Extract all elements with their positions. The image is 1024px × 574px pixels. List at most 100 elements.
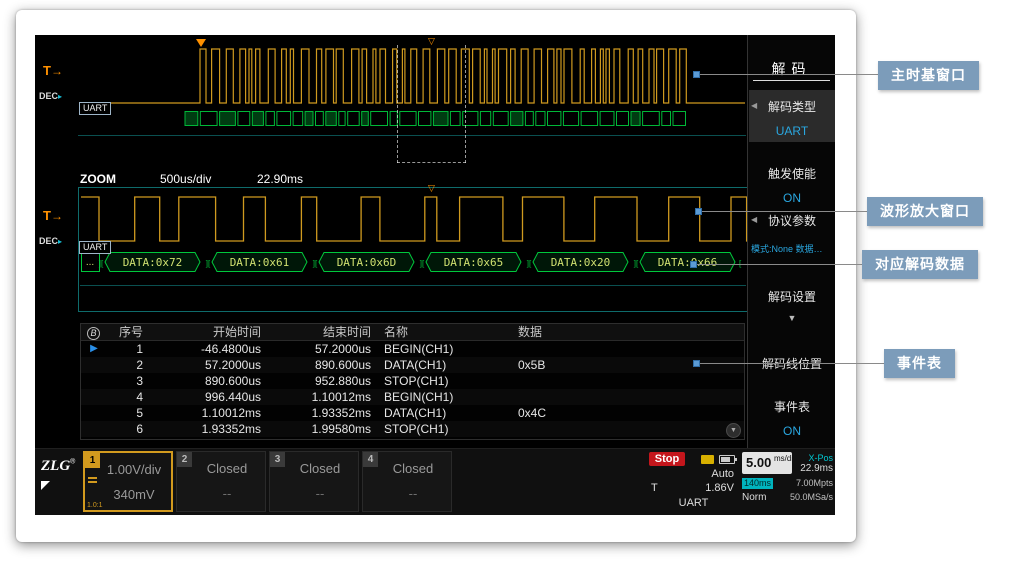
xpos-label: X-Pos xyxy=(793,453,833,463)
svg-text:...: ... xyxy=(86,257,94,268)
uart-bus-tag-zoom: UART xyxy=(79,241,111,254)
event-cell: 0x4C xyxy=(508,405,744,421)
event-table-row[interactable]: 51.10012ms1.93352msDATA(CH1)0x4C xyxy=(81,405,744,421)
channel-scale: 1.00V/div xyxy=(101,462,167,477)
channel-offset: -- xyxy=(193,486,261,501)
event-cell: 2 xyxy=(107,357,143,373)
event-table: B 序号 开始时间 结束时间 名称 数据 ▶1-46.4800us57.2000… xyxy=(80,323,745,440)
current-event-arrow-icon xyxy=(81,421,107,437)
acquire-info-row: Norm 50.0MSa/s xyxy=(742,492,833,504)
channel-3-box[interactable]: 3 Closed -- xyxy=(269,451,359,512)
column-header-end-time: 结束时间 xyxy=(261,324,371,340)
channel-1-box[interactable]: 1 1.00V/div 340mV 1.0:1 xyxy=(83,451,173,512)
event-cell: DATA(CH1) xyxy=(371,357,508,373)
power-icon xyxy=(701,455,714,464)
event-cell: 3 xyxy=(107,373,143,389)
scope-screen: T→ DEC▸ UART ▽ ZOOM 500us/div 22.90ms T→… xyxy=(35,35,835,515)
callout-marker-main-window xyxy=(693,71,700,78)
current-event-arrow-icon xyxy=(81,389,107,405)
svg-text:][: ][ xyxy=(99,259,104,268)
event-table-row[interactable]: 4996.440us1.10012msBEGIN(CH1) xyxy=(81,389,744,405)
event-cell: 1.93352ms xyxy=(143,421,261,437)
delay-position-marker-icon[interactable]: ▽ xyxy=(428,36,435,47)
zoom-region-left-edge[interactable] xyxy=(397,45,398,163)
trigger-bus: UART xyxy=(647,497,740,509)
decode-channel-label-zoom: DEC▸ xyxy=(39,236,62,246)
trigger-level-marker-zoom[interactable]: T→ xyxy=(43,208,63,223)
decode-menu: 解码 ◀ 解码类型 UART 触发使能 ON ◀ 协议参数 模式:None 数据… xyxy=(747,35,835,448)
channel-state: Closed xyxy=(379,461,447,476)
channel-offset: -- xyxy=(379,486,447,501)
svg-text:DATA:0x20: DATA:0x20 xyxy=(551,256,611,269)
trigger-level-marker-main[interactable]: T→ xyxy=(43,63,63,78)
timebase-display[interactable]: 5.00 ms/div xyxy=(742,452,792,474)
event-cell: 996.440us xyxy=(143,389,261,405)
menu-item-trigger-enable[interactable]: 触发使能 ON xyxy=(749,157,835,202)
menu-title-underline xyxy=(753,80,830,81)
menu-item-value: UART xyxy=(749,124,835,138)
svg-text:][: ][ xyxy=(527,259,532,268)
menu-item-decode-settings[interactable]: 解码设置 ▼ xyxy=(749,280,835,322)
channel-4-badge: 4 xyxy=(363,452,378,467)
channel-4-box[interactable]: 4 Closed -- xyxy=(362,451,452,512)
record-time: 140ms xyxy=(742,478,773,489)
registered-mark: ® xyxy=(70,459,75,466)
trigger-mode: Auto xyxy=(711,468,734,480)
record-info-row: 140ms 7.00Mpts xyxy=(742,478,833,489)
event-cell: 1.10012ms xyxy=(261,389,371,405)
timebase-value: 5.00 xyxy=(746,455,771,470)
event-table-header: B 序号 开始时间 结束时间 名称 数据 xyxy=(81,324,744,341)
acquisition-status-group: Stop Auto T 1.86V UART xyxy=(647,451,740,512)
event-cell xyxy=(508,421,744,437)
acquire-mode: Norm xyxy=(742,492,766,503)
bus-icon: B xyxy=(87,327,100,340)
event-table-row[interactable]: ▶1-46.4800us57.2000usBEGIN(CH1) xyxy=(81,341,744,357)
channel-1-badge: 1 xyxy=(85,453,100,468)
scroll-down-button[interactable]: ▼ xyxy=(726,423,741,438)
callout-zoom-window: 波形放大窗口 xyxy=(867,197,983,226)
event-cell: 1.10012ms xyxy=(143,405,261,421)
event-cell: 5 xyxy=(107,405,143,421)
svg-text:DATA:0x65: DATA:0x65 xyxy=(444,256,504,269)
callout-marker-decode-data xyxy=(690,261,697,268)
logo-nib-icon xyxy=(41,481,50,490)
channel-offset: -- xyxy=(286,486,354,501)
event-table-body: ▶1-46.4800us57.2000usBEGIN(CH1)257.2000u… xyxy=(81,341,744,437)
event-table-row[interactable]: 3890.600us952.880usSTOP(CH1) xyxy=(81,373,744,389)
chevron-down-icon: ▼ xyxy=(749,313,835,323)
menu-item-decode-type[interactable]: ◀ 解码类型 UART xyxy=(749,90,835,142)
menu-item-note: 模式:None 数据… xyxy=(749,242,835,255)
delay-position-marker-zoom-icon[interactable]: ▽ xyxy=(428,183,435,194)
zoom-region-bottom-edge xyxy=(397,162,466,163)
zoom-offset-value: 22.90ms xyxy=(257,172,303,186)
trigger-arrow-icon: → xyxy=(51,64,63,78)
channel-state: Closed xyxy=(193,461,261,476)
page: T→ DEC▸ UART ▽ ZOOM 500us/div 22.90ms T→… xyxy=(0,0,1024,574)
scope-window: T→ DEC▸ UART ▽ ZOOM 500us/div 22.90ms T→… xyxy=(16,10,856,542)
menu-item-protocol-params[interactable]: ◀ 协议参数 模式:None 数据… xyxy=(749,204,835,262)
trigger-position-marker-icon[interactable] xyxy=(196,39,206,47)
sample-rate: 50.0MSa/s xyxy=(790,492,833,502)
svg-text:][: ][ xyxy=(313,259,318,268)
menu-item-value: ON xyxy=(749,191,835,205)
zoom-decode-row: ...][DATA:0x72][DATA:0x61][DATA:0x6D][DA… xyxy=(81,251,747,273)
menu-item-decode-line-position[interactable]: 解码线位置 xyxy=(749,347,835,373)
current-event-arrow-icon: ▶ xyxy=(81,341,107,357)
decode-baseline-main xyxy=(78,135,746,136)
channel-2-badge: 2 xyxy=(177,452,192,467)
event-cell: 1.93352ms xyxy=(261,405,371,421)
column-header-index: 序号 xyxy=(107,324,143,340)
menu-item-event-table[interactable]: 事件表 ON xyxy=(749,390,835,435)
callout-decode-data: 对应解码数据 xyxy=(862,250,978,279)
zoom-region-right-edge[interactable] xyxy=(465,45,466,163)
event-cell: BEGIN(CH1) xyxy=(371,341,508,357)
event-table-row[interactable]: 61.93352ms1.99580msSTOP(CH1) xyxy=(81,421,744,437)
event-cell: 4 xyxy=(107,389,143,405)
menu-title: 解码 xyxy=(748,59,835,79)
current-event-arrow-icon xyxy=(81,405,107,421)
event-cell: STOP(CH1) xyxy=(371,373,508,389)
channel-state: Closed xyxy=(286,461,354,476)
channel-2-box[interactable]: 2 Closed -- xyxy=(176,451,266,512)
run-state-badge[interactable]: Stop xyxy=(649,452,685,466)
event-table-row[interactable]: 257.2000us890.600usDATA(CH1)0x5B xyxy=(81,357,744,373)
